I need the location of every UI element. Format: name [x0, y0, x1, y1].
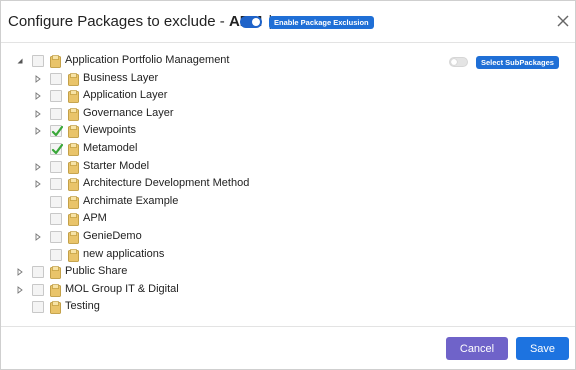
folder-icon [68, 248, 79, 262]
package-checkbox[interactable] [50, 195, 62, 208]
tree-item-label: Public Share [65, 265, 128, 278]
tree-item-label: Application Layer [83, 89, 168, 102]
title-prefix: Configure Packages to exclude - [8, 13, 229, 30]
package-checkbox[interactable] [50, 90, 62, 103]
tree-item[interactable]: Application Layer [1, 88, 441, 105]
tree-item[interactable]: Metamodel [1, 141, 441, 158]
close-icon[interactable] [555, 13, 571, 29]
package-checkbox[interactable] [32, 301, 44, 314]
package-checkbox[interactable] [50, 107, 62, 120]
package-checkbox[interactable] [50, 231, 62, 243]
expand-arrow-icon[interactable] [16, 57, 24, 65]
save-button[interactable]: Save [516, 337, 569, 360]
folder-icon [68, 213, 79, 227]
folder-icon [50, 301, 61, 315]
tree-item-label: APM [83, 212, 107, 225]
tree-item[interactable]: Testing [1, 299, 441, 316]
enable-exclusion-badge[interactable]: Enable Package Exclusion [269, 16, 374, 29]
toggle-knob [451, 59, 457, 65]
folder-icon [68, 195, 79, 209]
folder-icon [68, 90, 79, 104]
tree-item[interactable]: new applications [1, 247, 441, 264]
collapse-arrow-icon[interactable] [34, 92, 42, 101]
tree-item[interactable]: Architecture Development Method [1, 176, 441, 193]
collapse-arrow-icon[interactable] [34, 233, 42, 241]
package-checkbox[interactable] [50, 248, 62, 261]
tree-item[interactable]: MOL Group IT & Digital [1, 282, 441, 299]
folder-icon [68, 160, 79, 174]
folder-icon [68, 231, 79, 244]
folder-icon [68, 125, 79, 139]
configure-packages-dialog: Configure Packages to exclude - APM| Ena… [0, 0, 576, 370]
tree-item[interactable]: Application Portfolio Management [1, 53, 441, 70]
toggle-knob [252, 18, 260, 26]
tree-item-label: Architecture Development Method [83, 177, 250, 190]
folder-icon [68, 178, 79, 192]
footer-divider [1, 326, 575, 327]
folder-icon [68, 107, 79, 121]
tree-item[interactable]: APM [1, 211, 441, 228]
tree-item-label: Testing [65, 300, 100, 313]
tree-item[interactable]: Public Share [1, 264, 441, 281]
package-checkbox[interactable] [32, 266, 44, 279]
package-checkbox[interactable] [50, 72, 62, 85]
tree-item[interactable]: Starter Model [1, 159, 441, 176]
tree-item[interactable]: Business Layer [1, 71, 441, 88]
enable-exclusion-toggle[interactable] [240, 16, 262, 28]
tree-item[interactable]: Governance Layer [1, 106, 441, 123]
tree-item[interactable]: GenieDemo [1, 229, 441, 246]
dialog-header: Configure Packages to exclude - APM| Ena… [1, 1, 575, 43]
collapse-arrow-icon[interactable] [34, 109, 42, 118]
package-checkbox[interactable] [32, 55, 44, 67]
collapse-arrow-icon[interactable] [34, 162, 42, 171]
cancel-button[interactable]: Cancel [446, 337, 508, 360]
tree-item-label: Archimate Example [83, 194, 179, 207]
select-subpackages-button[interactable]: Select SubPackages [476, 56, 559, 69]
package-checkbox[interactable] [50, 160, 62, 173]
folder-icon [50, 266, 61, 280]
tree-item-label: Business Layer [83, 71, 159, 84]
tree-item-label: Starter Model [83, 159, 150, 172]
select-subpackages-toggle[interactable] [449, 57, 468, 67]
tree-item-label: new applications [83, 247, 165, 260]
tree-item-label: GenieDemo [83, 230, 142, 242]
package-checkbox[interactable] [50, 125, 63, 138]
folder-icon [68, 72, 79, 86]
folder-icon [50, 283, 61, 297]
collapse-arrow-icon[interactable] [16, 285, 24, 294]
dialog-title: Configure Packages to exclude - APM| [8, 13, 279, 30]
collapse-arrow-icon[interactable] [16, 268, 24, 277]
package-checkbox[interactable] [32, 283, 44, 296]
collapse-arrow-icon[interactable] [34, 180, 42, 189]
collapse-arrow-icon[interactable] [34, 127, 42, 136]
tree-item-label: Viewpoints [83, 124, 136, 137]
collapse-arrow-icon[interactable] [34, 74, 42, 83]
folder-icon [50, 55, 61, 68]
package-checkbox[interactable] [50, 178, 62, 191]
tree-item[interactable]: Viewpoints [1, 123, 441, 140]
package-checkbox[interactable] [50, 213, 62, 226]
tree-item[interactable]: Archimate Example [1, 194, 441, 211]
tree-item-label: Governance Layer [83, 106, 174, 119]
tree-item-label: Application Portfolio Management [65, 54, 230, 66]
tree-item-label: Metamodel [83, 142, 138, 154]
package-checkbox[interactable] [50, 143, 63, 155]
folder-icon [68, 143, 79, 156]
tree-item-label: MOL Group IT & Digital [65, 282, 179, 295]
